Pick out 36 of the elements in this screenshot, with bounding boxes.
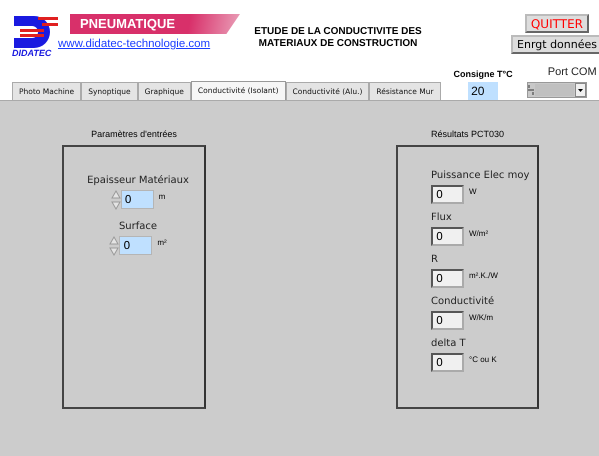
field-label: Surface: [118, 220, 158, 234]
port-dropdown[interactable]: [526, 82, 587, 98]
field-label: Puissance Elec moy: [431, 169, 530, 183]
radix-icon: [528, 84, 534, 96]
numeric-indicator[interactable]: 0: [431, 227, 464, 246]
unit-label: W: [469, 187, 477, 196]
unit-label: °C ou K: [469, 355, 497, 364]
unit-label: m².K./W: [469, 271, 498, 280]
window-title: ETUDE DE LA CONDUCTIVITE DES MATERIAUX DE CONSTRUCTION: [253, 26, 423, 51]
group-title: Résultats PCT030: [430, 129, 504, 139]
unit-label: W/K/m: [469, 313, 493, 322]
spinner-icon[interactable]: [109, 236, 120, 256]
website-link[interactable]: www.didatec-technologie.com: [58, 38, 240, 50]
numeric-indicator[interactable]: 0: [431, 185, 464, 204]
field-label: delta T: [431, 337, 467, 351]
spinner-icon[interactable]: [110, 190, 121, 210]
field-label: Epaisseur Matériaux: [87, 174, 189, 188]
port-label: Port COM: [548, 66, 597, 78]
field-label: R: [431, 253, 439, 267]
setpoint-field[interactable]: 20: [468, 82, 498, 100]
numeric-indicator[interactable]: 0: [431, 311, 464, 330]
field-label: Flux: [431, 211, 453, 225]
unit-label: m²: [157, 238, 167, 247]
field-label: Conductivité: [431, 295, 494, 309]
brand-name: DIDATEC: [12, 48, 52, 59]
setpoint-label: Consigne T°C: [454, 69, 513, 79]
logo-icon: [12, 14, 60, 48]
numeric-field[interactable]: 0: [119, 236, 152, 255]
action-button[interactable]: Enrgt données: [511, 35, 599, 54]
unit-label: m: [158, 192, 166, 201]
banner: PNEUMATIQUE: [70, 14, 240, 34]
numeric-field[interactable]: 0: [120, 190, 154, 209]
unit-label: W/m²: [469, 229, 488, 238]
group-title: Paramètres d'entrées: [91, 129, 177, 139]
numeric-indicator[interactable]: 0: [431, 269, 464, 288]
numeric-indicator[interactable]: 0: [431, 353, 464, 372]
